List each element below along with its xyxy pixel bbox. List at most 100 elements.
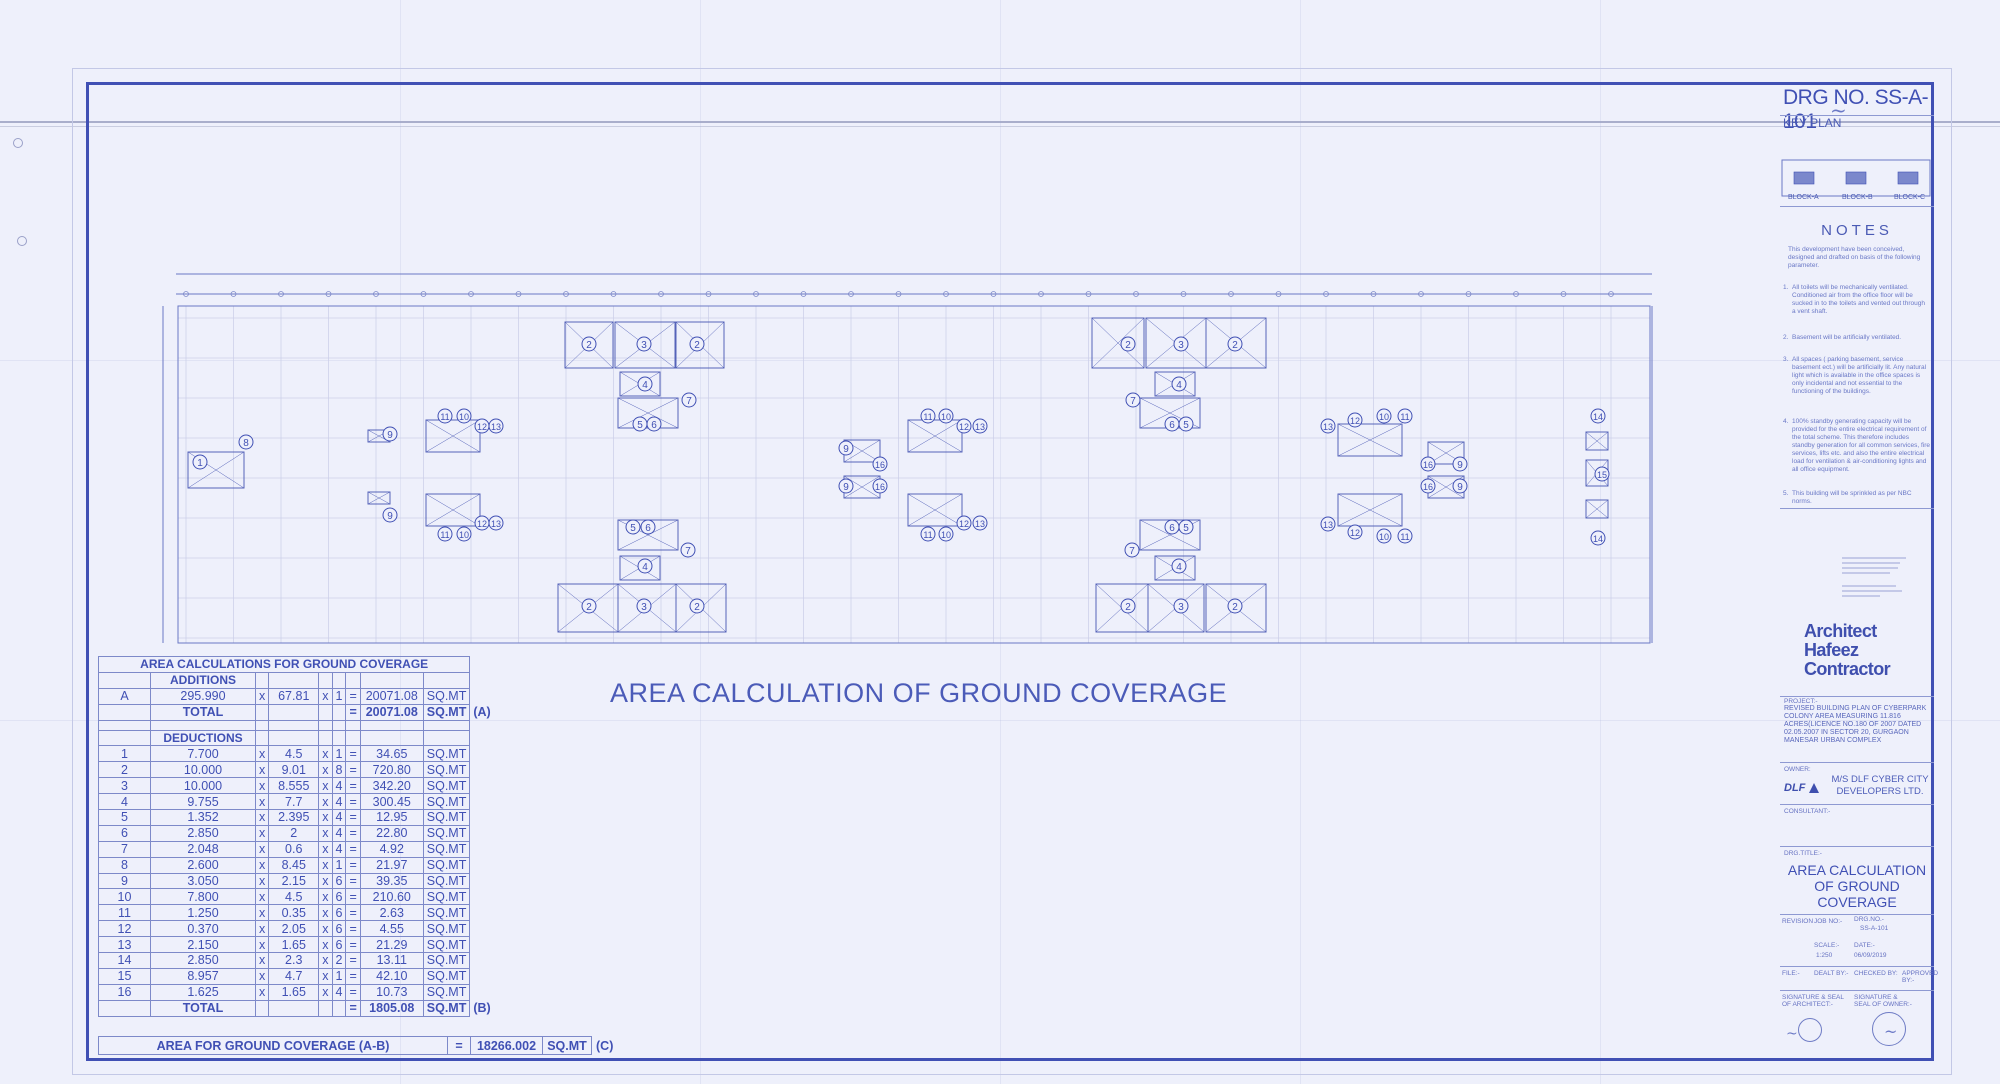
cell-x1: x (254, 888, 270, 906)
cell-x2: x (318, 745, 333, 763)
svg-text:12: 12 (477, 422, 487, 432)
cell-unit: SQ.MT (422, 793, 471, 811)
cell-x1: x (254, 936, 270, 954)
block-a-label: BLOCK-A (1788, 194, 1819, 201)
cell-unit: SQ.MT (422, 904, 471, 922)
callout-2: 2 (1120, 336, 1136, 352)
svg-text:2: 2 (586, 340, 592, 351)
cell-result: 20071.08 (359, 687, 424, 705)
callout-5: 5 (632, 416, 648, 432)
callout-2: 2 (689, 336, 705, 352)
callout-11: 11 (1397, 528, 1413, 544)
table-row: 6 2.850 x 2 x 4 = 22.80 SQ.MT (98, 824, 495, 842)
table-row: 7 2.048 x 0.6 x 4 = 4.92 SQ.MT (98, 840, 495, 858)
callout-12: 12 (1347, 412, 1363, 428)
cell-result: 34.65 (359, 745, 424, 763)
table-row: 13 2.150 x 1.65 x 6 = 21.29 SQ.MT (98, 936, 495, 954)
cell-unit: SQ.MT (422, 983, 471, 1001)
svg-text:2: 2 (1232, 602, 1238, 613)
cell-x1: x (254, 872, 270, 890)
file-label: FILE:- (1782, 970, 1800, 977)
cell-x1: x (254, 840, 270, 858)
cell-mult1: 2 (268, 824, 320, 842)
cell-area: 295.990 (150, 687, 256, 705)
title-block: DRG NO. SS-A-101 KEY PLAN BLOCK-A BLOCK-… (1780, 82, 1938, 1061)
svg-text:2: 2 (586, 602, 592, 613)
cell-mult2: 1 (331, 967, 347, 985)
cell-id: 10 (98, 888, 151, 906)
svg-text:11: 11 (1400, 532, 1409, 542)
callout-6: 6 (646, 416, 662, 432)
cell-result: 2.63 (359, 904, 424, 922)
cell-unit: SQ.MT (422, 824, 471, 842)
cell-area: 2.150 (150, 936, 256, 954)
plan-callouts: 2 3 2 4 7 5 6 8 1 9 9 11 10 12 13 12 13 … (192, 336, 1610, 614)
cell-area: 3.050 (150, 872, 256, 890)
table-row: 5 1.352 x 2.395 x 4 = 12.95 SQ.MT (98, 809, 495, 826)
cell-x1: x (254, 745, 270, 763)
building-units (187, 317, 1609, 633)
cell-id: 12 (98, 920, 151, 938)
cell-mult2: 6 (331, 888, 347, 906)
svg-text:10: 10 (459, 530, 469, 540)
callout-6: 6 (1164, 416, 1180, 432)
cell-id: 2 (98, 761, 151, 779)
table-row: 11 1.250 x 0.35 x 6 = 2.63 SQ.MT (98, 904, 495, 922)
svg-text:10: 10 (941, 530, 951, 540)
cell-mult1: 0.35 (268, 904, 320, 922)
cell-eq: = (345, 824, 361, 842)
cell-eq: = (345, 840, 361, 858)
cell-mult2: 6 (331, 936, 347, 954)
cell-mult2: 6 (331, 904, 347, 922)
cell-area: 10.000 (150, 777, 256, 795)
deductions-total-row: TOTAL = 1805.08 SQ.MT (B) (98, 999, 495, 1017)
project-label: PROJECT:- (1784, 698, 1818, 705)
svg-text:8: 8 (243, 438, 249, 449)
callout-4: 4 (637, 558, 653, 574)
cell-result: 342.20 (359, 777, 424, 795)
svg-text:3: 3 (1178, 602, 1184, 613)
callout-13: 13 (488, 418, 504, 434)
callout-6: 6 (1164, 519, 1180, 535)
cell-mult2: 8 (331, 761, 347, 779)
drawing-title-label: DRG.TITLE:- (1784, 850, 1822, 857)
svg-text:16: 16 (1423, 482, 1433, 492)
cell-mult2: 4 (331, 809, 347, 826)
cell-eq: = (345, 777, 361, 795)
callout-10: 10 (1376, 528, 1392, 544)
note-3: 3. All spaces ( parking basement, service… (1783, 356, 1927, 395)
dealt-by-label: DEALT BY:- (1814, 970, 1849, 977)
callout-13: 13 (1320, 516, 1336, 532)
notes-title: NOTES (1821, 222, 1893, 239)
cell-x1: x (254, 904, 270, 922)
dlf-triangle-icon (1809, 783, 1819, 793)
svg-text:4: 4 (642, 562, 648, 573)
callout-5: 5 (1178, 519, 1194, 535)
project-description: REVISED BUILDING PLAN OF CYBERPARK COLON… (1784, 705, 1927, 744)
note-1: 1. All toilets will be mechanically venti… (1783, 284, 1925, 315)
callout-13: 13 (972, 418, 988, 434)
table-row: 4 9.755 x 7.7 x 4 = 300.45 SQ.MT (98, 793, 495, 811)
svg-text:16: 16 (875, 460, 885, 470)
cell-x2: x (318, 904, 333, 922)
block-b-label: BLOCK-B (1842, 194, 1873, 201)
cell-eq: = (345, 872, 361, 890)
callout-16: 16 (1420, 456, 1436, 472)
note-2: 2. Basement will be artificially ventilat… (1783, 334, 1902, 341)
callout-10: 10 (938, 526, 954, 542)
cell-id: 1 (98, 745, 151, 763)
cell-mult1: 4.5 (268, 745, 320, 763)
callout-2: 2 (1227, 336, 1243, 352)
cell-eq: = (345, 983, 361, 1001)
cell-result: 210.60 (359, 888, 424, 906)
cell-area: 7.700 (150, 745, 256, 763)
cell-x1: x (254, 983, 270, 1001)
svg-text:12: 12 (1350, 528, 1360, 538)
cell-id: 5 (98, 809, 151, 826)
cell-unit: SQ.MT (422, 745, 471, 763)
svg-text:7: 7 (1130, 396, 1136, 407)
cell-x1: x (254, 687, 270, 705)
svg-text:5: 5 (637, 420, 643, 431)
cell-unit: SQ.MT (422, 761, 471, 779)
callout-16: 16 (872, 456, 888, 472)
